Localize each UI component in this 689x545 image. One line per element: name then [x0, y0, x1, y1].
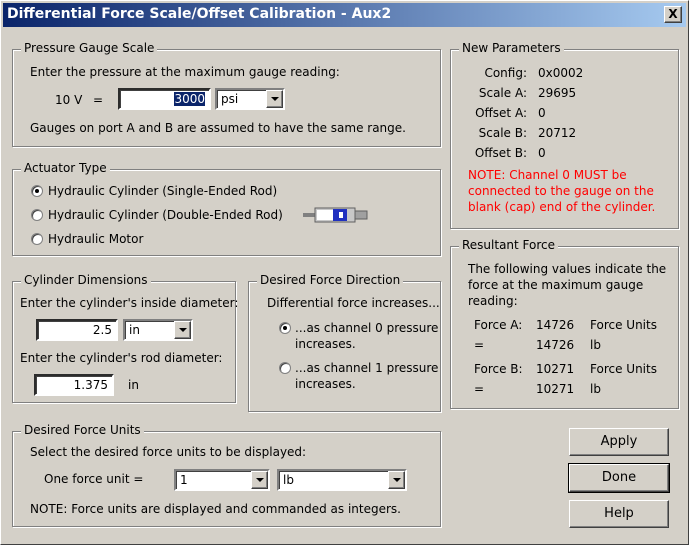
- actuator-option-motor[interactable]: Hydraulic Motor: [48, 232, 143, 246]
- force-a-value: 14726: [536, 318, 575, 332]
- force-direction-group: Desired Force Direction Differential for…: [248, 273, 441, 412]
- chevron-down-icon[interactable]: [174, 321, 191, 339]
- channel-note-line2: connected to the gauge on the: [468, 184, 654, 198]
- pressure-unit-value: psi: [221, 92, 239, 106]
- inside-diameter-unit-value: in: [129, 323, 140, 337]
- actuator-type-legend: Actuator Type: [21, 161, 110, 175]
- chevron-down-icon[interactable]: [251, 471, 268, 489]
- force-b-lb-unit: lb: [590, 382, 601, 396]
- direction-radio-channel0[interactable]: [279, 322, 291, 334]
- help-button[interactable]: Help: [569, 500, 669, 528]
- new-parameters-group: New Parameters Config: 0x0002 Scale A: 2…: [450, 41, 679, 229]
- new-parameters-legend: New Parameters: [459, 41, 564, 55]
- resultant-force-group: Resultant Force The following values ind…: [450, 238, 679, 409]
- param-value-scale-b: 20712: [538, 126, 577, 140]
- force-b-value: 10271: [536, 362, 575, 376]
- force-units-legend: Desired Force Units: [21, 423, 144, 437]
- force-direction-legend: Desired Force Direction: [257, 273, 404, 287]
- pressure-note: Gauges on port A and B are assumed to ha…: [30, 121, 406, 135]
- resultant-desc-line2: force at the maximum gauge: [468, 278, 644, 292]
- channel-note-line3: blank (cap) end of the cylinder.: [468, 200, 656, 214]
- apply-button[interactable]: Apply: [569, 428, 669, 456]
- force-multiplier-value: 1: [180, 473, 188, 487]
- hydraulic-cylinder-icon: [303, 205, 371, 228]
- inside-diameter-input[interactable]: 2.5: [36, 319, 118, 341]
- inside-diameter-value: 2.5: [92, 323, 112, 337]
- inside-diameter-prompt: Enter the cylinder's inside diameter:: [20, 296, 239, 310]
- actuator-radio-double[interactable]: [31, 209, 43, 221]
- force-a-label: Force A:: [474, 318, 523, 332]
- one-force-unit-label: One force unit =: [44, 472, 144, 486]
- actuator-option-double[interactable]: Hydraulic Cylinder (Double-Ended Rod): [48, 208, 283, 222]
- param-value-offset-a: 0: [538, 106, 546, 120]
- force-unit-select[interactable]: lb: [277, 469, 407, 491]
- force-a-unit: Force Units: [590, 318, 657, 332]
- param-label-scale-b: Scale B:: [478, 126, 527, 140]
- force-unit-value: lb: [283, 473, 294, 487]
- force-a-equals: =: [474, 338, 485, 352]
- inside-diameter-unit-select[interactable]: in: [123, 319, 193, 341]
- force-b-unit: Force Units: [590, 362, 657, 376]
- resultant-force-legend: Resultant Force: [459, 238, 559, 252]
- direction-option0-line2[interactable]: increases.: [295, 337, 356, 351]
- pressure-prompt: Enter the pressure at the maximum gauge …: [30, 65, 340, 79]
- chevron-down-icon[interactable]: [266, 90, 283, 108]
- direction-option1-line2[interactable]: increases.: [295, 377, 356, 391]
- direction-option1-line1[interactable]: ...as channel 1 pressure: [295, 361, 438, 375]
- calibration-dialog: Differential Force Scale/Offset Calibrat…: [0, 0, 689, 545]
- chevron-down-icon[interactable]: [388, 471, 405, 489]
- force-b-label: Force B:: [474, 362, 523, 376]
- param-label-offset-b: Offset B:: [474, 146, 527, 160]
- actuator-radio-single[interactable]: [31, 185, 43, 197]
- pressure-input[interactable]: 3000: [118, 88, 211, 110]
- param-label-scale-a: Scale A:: [478, 86, 527, 100]
- pressure-gauge-scale-group: Pressure Gauge Scale Enter the pressure …: [12, 41, 441, 147]
- actuator-type-group: Actuator Type Hydraulic Cylinder (Single…: [12, 161, 441, 256]
- force-b-lb-value: 10271: [536, 382, 575, 396]
- equals-label: =: [93, 93, 104, 107]
- close-button[interactable]: X: [664, 6, 682, 23]
- cylinder-dimensions-group: Cylinder Dimensions Enter the cylinder's…: [12, 273, 239, 403]
- actuator-option-single[interactable]: Hydraulic Cylinder (Single-Ended Rod): [48, 184, 277, 198]
- rod-diameter-value: 1.375: [73, 378, 108, 392]
- volt-label: 10 V: [55, 93, 83, 107]
- title-bar: Differential Force Scale/Offset Calibrat…: [3, 3, 686, 27]
- rod-diameter-prompt: Enter the cylinder's rod diameter:: [20, 351, 223, 365]
- pressure-unit-select[interactable]: psi: [215, 88, 285, 110]
- direction-radio-channel1[interactable]: [279, 362, 291, 374]
- resultant-desc-line3: reading:: [468, 294, 518, 308]
- pressure-gauge-scale-legend: Pressure Gauge Scale: [21, 41, 158, 55]
- rod-diameter-unit: in: [128, 378, 139, 392]
- param-value-offset-b: 0: [538, 146, 546, 160]
- rod-diameter-input[interactable]: 1.375: [34, 374, 114, 396]
- force-a-lb-unit: lb: [590, 338, 601, 352]
- direction-option0-line1[interactable]: ...as channel 0 pressure: [295, 321, 438, 335]
- force-units-note: NOTE: Force units are displayed and comm…: [30, 502, 401, 516]
- pressure-value: 3000: [174, 92, 205, 106]
- force-units-prompt: Select the desired force units to be dis…: [30, 445, 307, 459]
- param-label-offset-a: Offset A:: [475, 106, 527, 120]
- channel-note-line1: NOTE: Channel 0 MUST be: [468, 168, 627, 182]
- param-label-config: Config:: [484, 66, 527, 80]
- force-b-equals: =: [474, 382, 485, 396]
- force-a-lb-value: 14726: [536, 338, 575, 352]
- cylinder-dimensions-legend: Cylinder Dimensions: [21, 273, 151, 287]
- force-units-group: Desired Force Units Select the desired f…: [12, 423, 441, 527]
- force-multiplier-select[interactable]: 1: [174, 469, 270, 491]
- done-button[interactable]: Done: [568, 463, 670, 493]
- actuator-radio-motor[interactable]: [31, 233, 43, 245]
- param-value-config: 0x0002: [538, 66, 584, 80]
- force-direction-prompt: Differential force increases...: [267, 296, 440, 310]
- resultant-desc-line1: The following values indicate the: [468, 262, 667, 276]
- window-title: Differential Force Scale/Offset Calibrat…: [7, 6, 392, 22]
- param-value-scale-a: 29695: [538, 86, 577, 100]
